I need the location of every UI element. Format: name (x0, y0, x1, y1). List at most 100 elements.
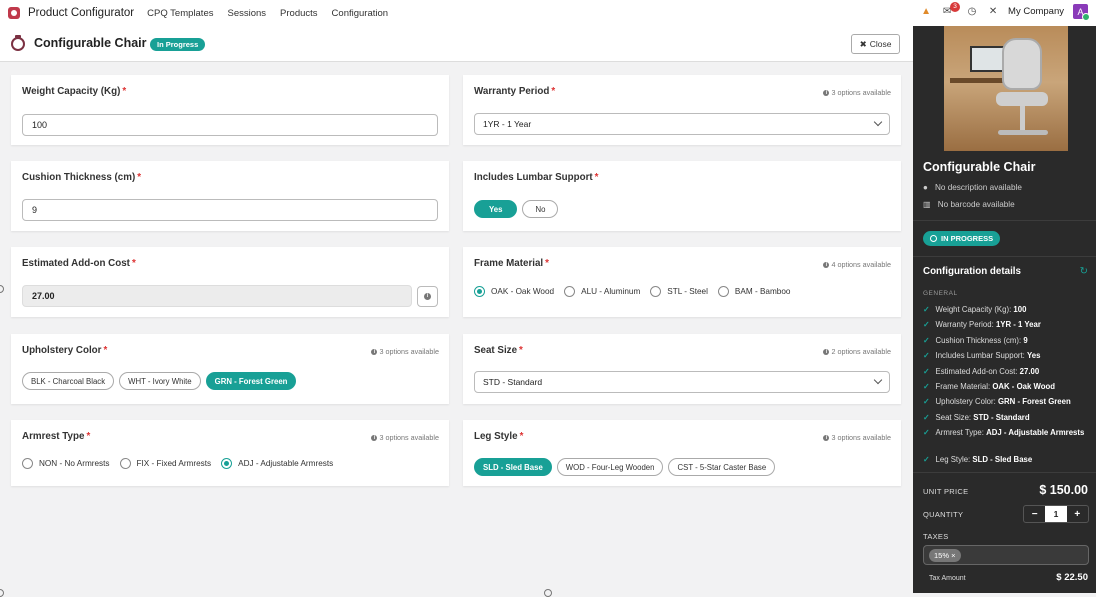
frame-radio-bam[interactable]: BAM - Bamboo (717, 286, 790, 297)
clock-icon[interactable]: ◷ (966, 6, 978, 18)
radio-icon (564, 286, 576, 297)
quantity-input[interactable]: 1 (1045, 506, 1067, 522)
addon-cost-card: Estimated Add-on Cost * 27.00 i (11, 247, 449, 317)
leg-wod-button[interactable]: WOD - Four-Leg Wooden (556, 458, 664, 476)
lumbar-card: Includes Lumbar Support * Yes No (463, 161, 901, 231)
config-detail-item: ✓ Leg Style: SLD - Sled Base (923, 455, 1033, 464)
app-logo-icon[interactable] (8, 7, 20, 19)
chat-icon[interactable]: ✉ 3 (941, 1, 961, 18)
field-label: Weight Capacity (Kg) * (22, 86, 127, 97)
product-barcode: ▥ No barcode available (923, 199, 1015, 210)
avatar[interactable]: A (1073, 4, 1090, 21)
leg-sld-button[interactable]: SLD - Sled Base (474, 458, 552, 476)
scroll-handle[interactable] (0, 285, 4, 293)
app-title[interactable]: Product Configurator (28, 7, 134, 19)
field-label: Warranty Period * (474, 86, 556, 97)
config-detail-item: ✓ Frame Material: OAK - Oak Wood (923, 382, 1055, 391)
refresh-icon[interactable]: ↻ (1080, 266, 1088, 277)
frame-radio-oak[interactable]: OAK - Oak Wood (474, 286, 554, 297)
taxes-field[interactable]: 15% × (923, 545, 1089, 565)
radio-icon (22, 458, 33, 469)
tools-icon[interactable]: ✕ (987, 6, 999, 18)
armrest-radio-fix[interactable]: FIX - Fixed Armrests (119, 458, 211, 469)
product-description: ● No description available (923, 183, 1022, 192)
close-icon: ✖ (859, 38, 867, 49)
chat-badge: 3 (950, 1, 961, 12)
frame-radio-stl[interactable]: STL - Steel (650, 286, 708, 297)
config-detail-item: ✓ Upholstery Color: GRN - Forest Green (923, 397, 1071, 406)
lumbar-yes-button[interactable]: Yes (474, 200, 518, 218)
cushion-thickness-input[interactable]: 9 (22, 199, 438, 221)
top-navbar: Product Configurator CPQ Templates Sessi… (0, 0, 1096, 26)
product-name: Configurable Chair (923, 160, 1036, 174)
nav-products[interactable]: Products (280, 8, 318, 19)
config-detail-item: ✓ Includes Lumbar Support: Yes (923, 351, 1041, 360)
check-icon: ✓ (923, 413, 930, 422)
close-button[interactable]: ✖ Close (851, 34, 900, 54)
lumbar-no-button[interactable]: No (522, 200, 559, 218)
frame-radio-alu[interactable]: ALU - Aluminum (564, 286, 640, 297)
check-icon: ✓ (923, 320, 930, 329)
nav-cpq-templates[interactable]: CPQ Templates (147, 8, 213, 19)
info-icon: i (823, 348, 830, 355)
upholstery-grn-button[interactable]: GRN - Forest Green (205, 372, 297, 390)
config-detail-item: ✓ Cushion Thickness (cm): 9 (923, 336, 1028, 345)
upholstery-wht-button[interactable]: WHT - Ivory White (119, 372, 201, 390)
addon-cost-input: 27.00 (22, 285, 412, 307)
quantity-label: QUANTITY (923, 510, 964, 519)
company-switcher[interactable]: My Company (1008, 6, 1064, 17)
options-available: i3 options available (371, 433, 439, 442)
info-icon: i (371, 348, 378, 355)
armrest-radio-adj[interactable]: ADJ - Adjustable Armrests (221, 458, 333, 469)
radio-icon (119, 458, 131, 469)
unit-price-value: $ 150.00 (1039, 483, 1088, 497)
nav-configuration[interactable]: Configuration (332, 8, 389, 19)
info-icon: i (371, 434, 378, 441)
options-available: i2 options available (823, 347, 891, 356)
close-label: Close (869, 39, 892, 49)
field-label: Cushion Thickness (cm) * (22, 172, 142, 183)
info-button[interactable]: i (417, 286, 438, 307)
leg-style-card: Leg Style * i3 options available SLD - Sl… (463, 420, 901, 486)
check-icon: ✓ (923, 397, 930, 406)
field-label: Includes Lumbar Support * (474, 172, 599, 183)
upholstery-blk-button[interactable]: BLK - Charcoal Black (22, 372, 115, 390)
armrest-radio-non[interactable]: NON - No Armrests (22, 458, 110, 469)
scroll-handle[interactable] (544, 589, 552, 597)
increment-button[interactable]: + (1067, 506, 1088, 522)
check-icon: ✓ (923, 367, 930, 376)
seat-size-card: Seat Size * i2 options available STD - St… (463, 334, 901, 404)
field-label: Estimated Add-on Cost * (22, 258, 136, 269)
check-icon: ✓ (923, 428, 930, 437)
check-icon: ✓ (923, 336, 930, 345)
status-badge: In Progress (150, 38, 206, 51)
options-available: i3 options available (823, 433, 891, 442)
info-icon: i (823, 434, 830, 441)
seat-size-select[interactable]: STD - Standard (474, 371, 890, 393)
frame-material-card: Frame Material * i4 options available OAK… (463, 247, 901, 317)
field-label: Leg Style * (474, 431, 524, 442)
weight-capacity-input[interactable]: 100 (22, 114, 438, 136)
weight-capacity-card: Weight Capacity (Kg) * 100 (11, 75, 449, 145)
field-label: Upholstery Color * (22, 345, 108, 356)
panel-status-badge: IN PROGRESS (923, 231, 1001, 246)
page-title: Configurable Chair (34, 36, 147, 50)
quantity-stepper: − 1 + (1023, 505, 1089, 523)
cushion-card: Cushion Thickness (cm) * 9 (11, 161, 449, 231)
scroll-handle[interactable] (0, 589, 4, 597)
check-icon: ✓ (923, 455, 930, 464)
product-image (944, 26, 1068, 151)
taxes-label: TAXES (923, 532, 949, 541)
leg-cst-button[interactable]: CST - 5-Star Caster Base (668, 458, 776, 476)
remove-tag-icon[interactable]: × (951, 551, 955, 560)
config-group-label: GENERAL (923, 290, 958, 297)
warning-icon[interactable]: ▲ (920, 6, 932, 18)
product-summary-panel: Configurable Chair ● No description avail… (913, 26, 1096, 593)
nav-sessions[interactable]: Sessions (227, 8, 266, 19)
unit-price-label: UNIT PRICE (923, 487, 969, 496)
chevron-down-icon (873, 375, 883, 385)
chevron-down-icon (873, 117, 883, 127)
barcode-icon: ▥ (923, 200, 931, 209)
decrement-button[interactable]: − (1024, 506, 1045, 522)
warranty-select[interactable]: 1YR - 1 Year (474, 113, 890, 135)
